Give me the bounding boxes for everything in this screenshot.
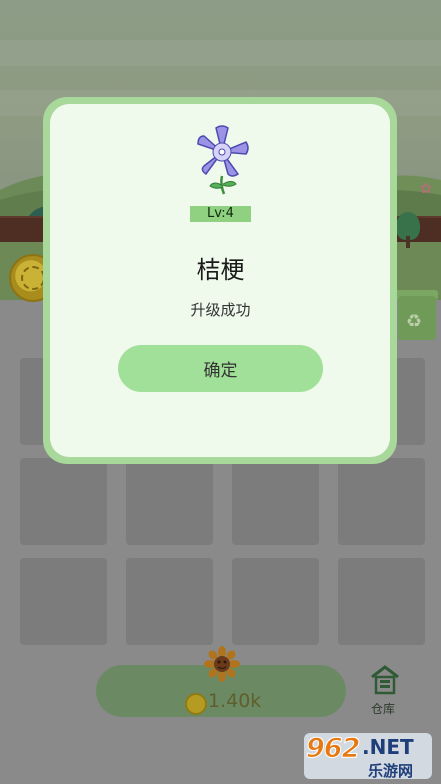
plant-price: 1.40k	[208, 690, 262, 712]
logo-brand: 962	[305, 733, 360, 765]
tree-trunk	[406, 236, 410, 248]
plant-slot[interactable]	[232, 558, 319, 645]
sky-band	[0, 40, 441, 66]
confirm-button[interactable]: 确定	[118, 345, 323, 392]
upgrade-status: 升级成功	[190, 301, 251, 319]
plant-slot[interactable]	[126, 458, 213, 545]
sunflower-icon	[204, 646, 240, 682]
gold-coin-icon	[185, 693, 207, 715]
logo-net: .NET	[362, 735, 414, 759]
level-badge: Lv:4	[190, 206, 251, 222]
warehouse-label[interactable]: 仓库	[371, 700, 395, 717]
plant-slot[interactable]	[126, 558, 213, 645]
plant-slot[interactable]	[338, 458, 425, 545]
plant-slot[interactable]	[20, 458, 107, 545]
plant-slot[interactable]	[338, 558, 425, 645]
warehouse-icon[interactable]	[369, 664, 401, 696]
plant-name: 桔梗	[196, 256, 245, 284]
plant-slot[interactable]	[20, 558, 107, 645]
rose-icon: ✿	[420, 181, 432, 197]
logo-tagline: 乐游网	[368, 762, 414, 780]
plant-slot[interactable]	[232, 458, 319, 545]
platycodon-flower-icon	[197, 125, 249, 195]
